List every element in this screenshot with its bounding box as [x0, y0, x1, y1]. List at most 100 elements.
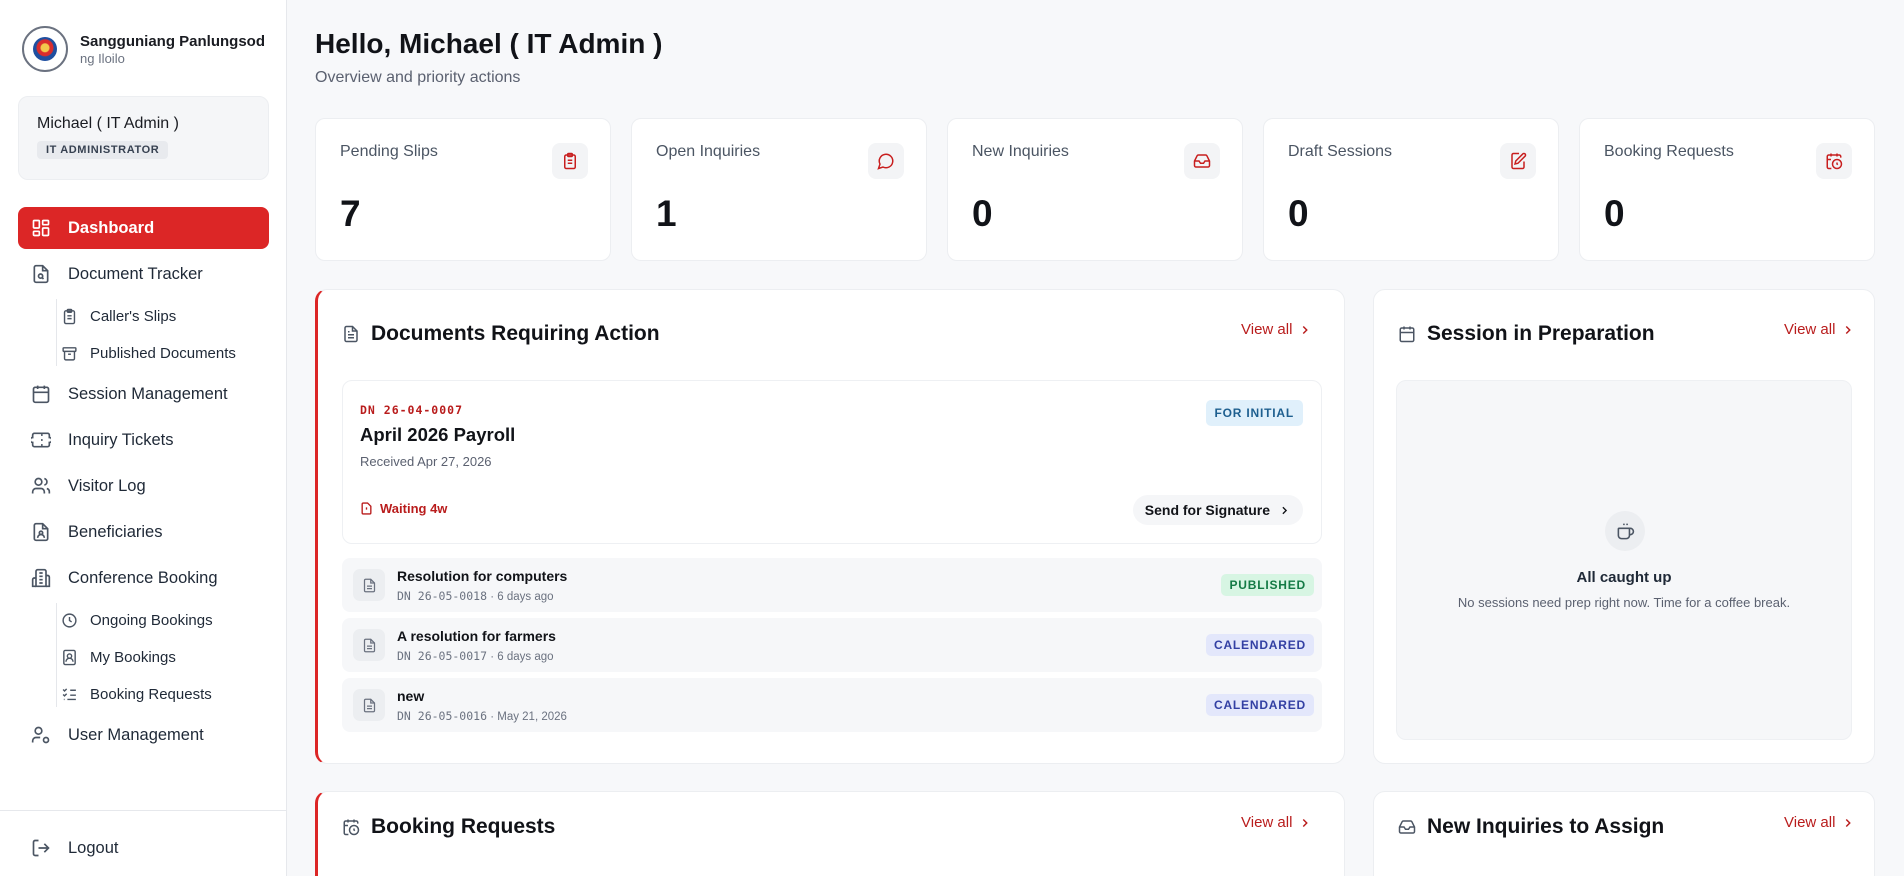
user-role-badge: IT ADMINISTRATOR: [37, 141, 169, 159]
document-row[interactable]: A resolution for farmers DN 26-05-0017 ·…: [342, 618, 1322, 672]
chat-bubble-icon: [868, 143, 904, 179]
list-checks-icon: [62, 687, 76, 700]
sidebar-nav: Dashboard Document Tracker Caller's Slip…: [18, 207, 269, 760]
user-card: Michael ( IT Admin ) IT ADMINISTRATOR: [18, 96, 269, 180]
view-all-link[interactable]: View all: [1241, 321, 1312, 338]
document-number: DN 26-05-0018: [397, 589, 488, 603]
document-title: new: [397, 688, 425, 704]
stat-value: 0: [972, 193, 993, 234]
user-name: Michael ( IT Admin ): [37, 115, 179, 132]
city-seal-logo: [22, 26, 68, 72]
chevron-right-icon: [1303, 325, 1309, 334]
view-all-link[interactable]: View all: [1784, 321, 1855, 338]
document-row[interactable]: new DN 26-05-0016 · May 21, 2026 CALENDA…: [342, 678, 1322, 732]
sidebar-item-label: Beneficiaries: [68, 522, 163, 541]
sidebar-item-inquiry-tickets[interactable]: Inquiry Tickets: [18, 419, 269, 461]
document-row[interactable]: Resolution for computers DN 26-05-0018 ·…: [342, 558, 1322, 612]
sidebar-item-my-bookings[interactable]: My Bookings: [18, 640, 269, 674]
sidebar-item-session-management[interactable]: Session Management: [18, 373, 269, 415]
file-search-icon: [33, 264, 49, 284]
document-age: · May 21, 2026: [487, 711, 567, 723]
view-all-link[interactable]: View all: [1241, 814, 1312, 831]
sidebar-item-callers-slips[interactable]: Caller's Slips: [18, 299, 269, 333]
card-title: Booking Requests: [371, 815, 556, 838]
stat-card-booking-requests[interactable]: Booking Requests 0: [1579, 118, 1875, 261]
file-text-icon: [353, 689, 385, 721]
stat-card-draft-sessions[interactable]: Draft Sessions 0: [1263, 118, 1559, 261]
page-subtitle: Overview and priority actions: [315, 69, 521, 86]
view-all-link[interactable]: View all: [1784, 814, 1855, 831]
sidebar-item-document-tracker[interactable]: Document Tracker: [18, 253, 269, 295]
coffee-icon: [1605, 511, 1645, 551]
sidebar-item-label: Visitor Log: [68, 476, 146, 495]
document-title: A resolution for farmers: [397, 628, 556, 644]
document-title: April 2026 Payroll: [360, 424, 516, 445]
stat-card-open-inquiries[interactable]: Open Inquiries 1: [631, 118, 927, 261]
stat-card-new-inquiries[interactable]: New Inquiries 0: [947, 118, 1243, 261]
card-title: Documents Requiring Action: [371, 322, 660, 345]
stat-card-pending-slips[interactable]: Pending Slips 7: [315, 118, 611, 261]
logout-label: Logout: [68, 838, 119, 857]
inbox-icon: [1184, 143, 1220, 179]
clock-icon: [62, 612, 77, 628]
sidebar-item-booking-requests[interactable]: Booking Requests: [18, 677, 269, 711]
sidebar-item-dashboard[interactable]: Dashboard: [18, 207, 269, 249]
sidebar-item-label: Published Documents: [90, 344, 236, 362]
logout-button[interactable]: Logout: [18, 827, 269, 869]
edit-note-icon: [1500, 143, 1536, 179]
page-title: Hello, Michael ( IT Admin ): [315, 28, 663, 59]
brand[interactable]: Sangguniang Panlungsod ng Iloilo: [22, 26, 265, 72]
stat-label: New Inquiries: [972, 143, 1069, 160]
sidebar-item-visitor-log[interactable]: Visitor Log: [18, 465, 269, 507]
received-date: Received Apr 27, 2026: [360, 454, 492, 469]
calendar-clock-icon: [343, 819, 360, 836]
view-all-label: View all: [1241, 814, 1293, 831]
file-text-icon: [353, 629, 385, 661]
sidebar-item-label: Caller's Slips: [90, 307, 177, 325]
chevron-right-icon: [1303, 818, 1309, 827]
sidebar-item-user-management[interactable]: User Management: [18, 714, 269, 756]
chevron-right-icon: [1282, 506, 1288, 514]
empty-state: All caught up No sessions need prep righ…: [1396, 380, 1852, 740]
stat-value: 7: [340, 193, 361, 234]
file-user-icon: [33, 522, 49, 542]
empty-state-message: No sessions need prep right now. Time fo…: [1457, 595, 1791, 610]
sidebar-item-label: Session Management: [68, 384, 228, 403]
calendar-icon: [1399, 326, 1415, 343]
file-alert-icon: [361, 502, 372, 515]
sidebar-item-label: Conference Booking: [68, 568, 218, 587]
stat-label: Booking Requests: [1604, 143, 1734, 160]
ticket-icon: [31, 432, 51, 448]
inbox-icon: [1398, 820, 1416, 834]
status-badge: CALENDARED: [1206, 634, 1314, 656]
sidebar-item-label: My Bookings: [90, 648, 176, 666]
sidebar-item-ongoing-bookings[interactable]: Ongoing Bookings: [18, 603, 269, 637]
featured-document[interactable]: DN 26-04-0007 April 2026 Payroll Receive…: [342, 380, 1322, 544]
sidebar-item-published-documents[interactable]: Published Documents: [18, 336, 269, 370]
empty-state-title: All caught up: [1576, 569, 1672, 586]
contact-card-icon: [63, 649, 76, 665]
document-meta: DN 26-05-0017 · 6 days ago: [397, 649, 554, 663]
calendar-clock-icon: [1816, 143, 1852, 179]
building-icon: [31, 568, 51, 588]
stat-label: Pending Slips: [340, 143, 438, 160]
status-badge: FOR INITIAL: [1205, 400, 1303, 426]
waiting-indicator: Waiting 4w: [360, 501, 447, 516]
send-for-signature-button[interactable]: Send for Signature: [1132, 495, 1303, 525]
chevron-right-icon: [1846, 818, 1852, 827]
file-text-icon: [353, 569, 385, 601]
booking-requests-card: Booking Requests View all: [315, 791, 1345, 876]
session-in-preparation-card: Session in Preparation View all All caug…: [1373, 289, 1875, 764]
document-age: · 6 days ago: [487, 651, 554, 663]
sidebar-item-beneficiaries[interactable]: Beneficiaries: [18, 511, 269, 553]
chevron-right-icon: [1846, 325, 1852, 334]
sidebar-item-conference-booking[interactable]: Conference Booking: [18, 557, 269, 599]
stat-value: 1: [656, 193, 677, 234]
waiting-label: Waiting 4w: [380, 501, 448, 516]
clipboard-list-icon: [63, 308, 76, 324]
stat-value: 0: [1604, 193, 1625, 234]
sidebar-item-label: Booking Requests: [90, 685, 212, 703]
brand-title: Sangguniang Panlungsod: [80, 32, 265, 50]
view-all-label: View all: [1241, 321, 1293, 338]
view-all-label: View all: [1784, 814, 1836, 831]
